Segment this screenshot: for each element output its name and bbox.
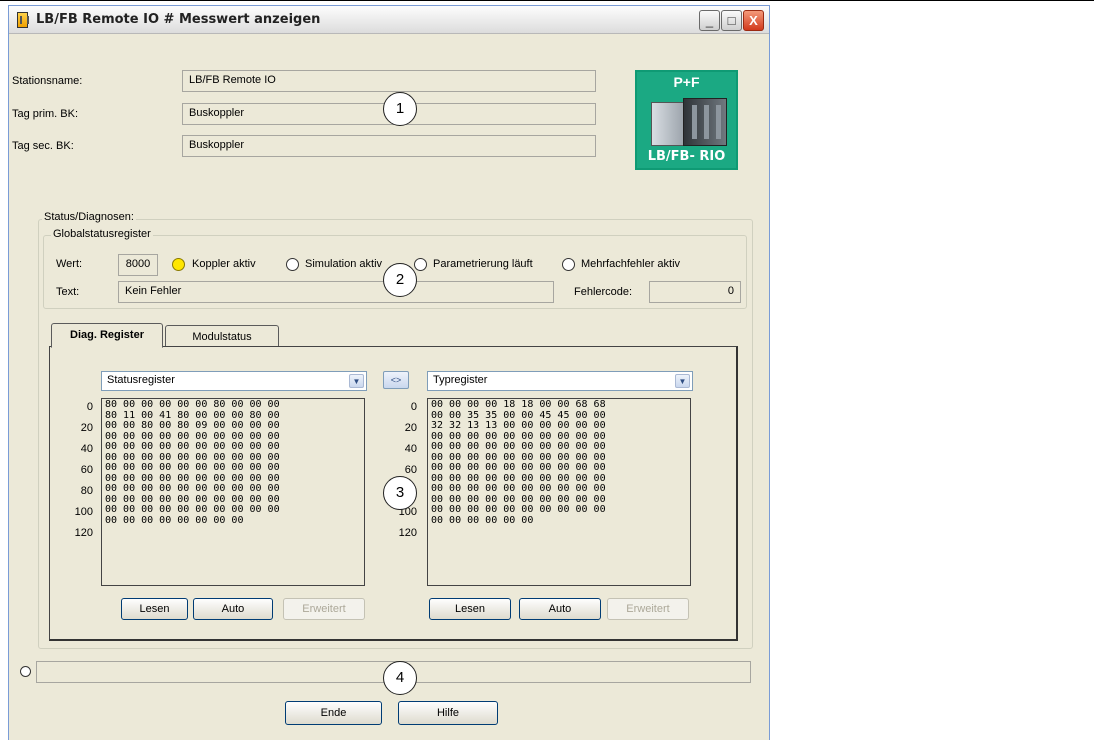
parametrierung-radio[interactable] [414,258,427,271]
logo-bottom-text: LB/FB- RIO [647,149,726,164]
tag-prim-label: Tag prim. BK: [12,108,79,120]
row-label: 0 [410,401,417,413]
dialog-content: Stationsname: LB/FB Remote IO Tag prim. … [9,35,769,741]
statusregister-hexdump[interactable]: 80 00 00 00 00 00 80 00 00 00 80 11 00 4… [101,398,365,586]
auto-button-right[interactable]: Auto [519,598,601,620]
erweitert-button-right[interactable]: Erweitert [607,598,689,620]
chevron-down-icon[interactable]: ▼ [349,374,364,388]
row-label: 60 [404,464,417,476]
row-label: 80 [80,485,93,497]
lesen-button-right[interactable]: Lesen [429,598,511,620]
pf-rio-logo: P+F LB/FB- RIO [635,70,738,170]
status-indicator-icon [20,666,31,677]
maximize-button[interactable]: □ [721,10,742,31]
status-group-title: Status/Diagnosen: [42,211,136,223]
swap-button[interactable]: <> [383,371,409,389]
station-name-field: LB/FB Remote IO [182,70,596,92]
close-button[interactable]: X [743,10,764,31]
row-label: 20 [80,422,93,434]
fehlercode-label: Fehlercode: [574,286,633,298]
window-title: LB/FB Remote IO # Messwert anzeigen [36,12,321,27]
typregister-hexdump[interactable]: 00 00 00 00 18 18 00 00 68 68 00 00 35 3… [427,398,691,586]
minimize-button[interactable]: _ [699,10,720,31]
row-label: 120 [398,527,417,539]
tab-diag-register[interactable]: Diag. Register [51,323,163,348]
callout-3: 3 [383,476,417,510]
hilfe-button[interactable]: Hilfe [398,701,498,725]
module-image [651,102,685,146]
parametrierung-label: Parametrierung läuft [433,258,533,270]
app-window: LB/FB Remote IO # Messwert anzeigen _ □ … [8,5,770,740]
simulation-aktiv-radio[interactable] [286,258,299,271]
simulation-aktiv-label: Simulation aktiv [305,258,383,270]
globalstatus-title: Globalstatusregister [51,228,153,240]
status-text-field: Kein Fehler [118,281,554,303]
lesen-button-left[interactable]: Lesen [121,598,188,620]
erweitert-button-left[interactable]: Erweitert [283,598,365,620]
tag-sec-field: Buskoppler [182,135,596,157]
statusregister-value: Statusregister [107,374,175,386]
callout-4: 4 [383,661,417,695]
row-label: 60 [80,464,93,476]
wert-label: Wert: [56,258,83,270]
callout-2: 2 [383,263,417,297]
mehrfachfehler-radio[interactable] [562,258,575,271]
top-rule [0,0,1094,1]
fehlercode-field: 0 [649,281,741,303]
text-label: Text: [56,286,80,298]
row-label: 40 [80,443,93,455]
statusregister-select[interactable]: Statusregister ▼ [101,371,367,391]
tab-modulstatus[interactable]: Modulstatus [165,325,279,347]
row-label: 100 [74,506,93,518]
koppler-aktiv-radio[interactable] [172,258,185,271]
auto-button-left[interactable]: Auto [193,598,273,620]
callout-1: 1 [383,92,417,126]
module-image [683,98,727,146]
app-icon [17,12,29,28]
title-bar[interactable]: LB/FB Remote IO # Messwert anzeigen _ □ … [9,6,769,34]
row-label: 120 [74,527,93,539]
row-label: 40 [404,443,417,455]
row-label: 20 [404,422,417,434]
ende-button[interactable]: Ende [285,701,382,725]
chevron-down-icon[interactable]: ▼ [675,374,690,388]
logo-top-text: P+F [673,74,700,90]
station-name-label: Stationsname: [12,75,83,87]
mehrfachfehler-label: Mehrfachfehler aktiv [581,258,681,270]
wert-field: 8000 [118,254,158,276]
typregister-value: Typregister [433,374,488,386]
koppler-aktiv-label: Koppler aktiv [192,258,256,270]
tag-sec-label: Tag sec. BK: [12,140,74,152]
typregister-select[interactable]: Typregister ▼ [427,371,693,391]
row-label: 0 [86,401,93,413]
